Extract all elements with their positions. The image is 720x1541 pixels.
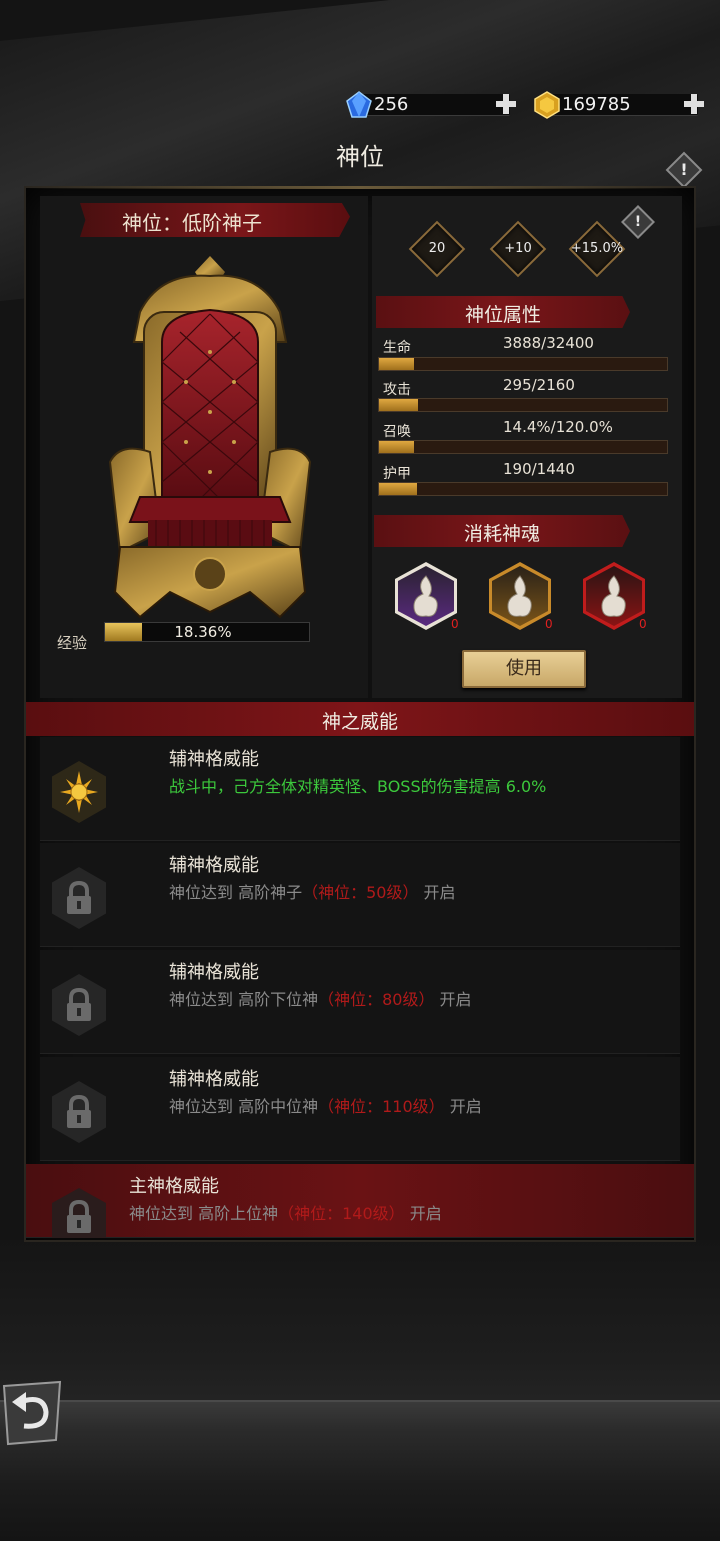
bonus-percent[interactable]: +15.0%: [568, 220, 626, 278]
attributes-title: 神位属性: [464, 304, 541, 326]
bonus-stat[interactable]: +10: [489, 220, 547, 278]
page-title: 神位: [336, 143, 384, 171]
power-row[interactable]: 辅神格威能 神位达到 高阶下位神（神位：80级） 开启: [40, 950, 680, 1054]
power-desc: 神位达到 高阶中位神（神位：110级） 开启: [169, 1097, 482, 1116]
power-icon: [52, 1188, 106, 1238]
blue-gem-icon: [346, 91, 372, 118]
gold-currency: 169785: [532, 90, 712, 120]
power-icon: [52, 1081, 106, 1143]
power-title: 辅神格威能: [169, 1069, 259, 1090]
power-desc: 神位达到 高阶下位神（神位：80级） 开启: [169, 990, 472, 1009]
soul-flame-icon: [413, 575, 438, 617]
power-icon: [52, 867, 106, 929]
lock-icon: [67, 1199, 91, 1233]
power-row[interactable]: 辅神格威能 战斗中，己方全体对精英怪、BOSS的伤害提高 6.0%: [40, 737, 680, 841]
lock-icon: [67, 880, 91, 914]
power-row[interactable]: 辅神格威能 神位达到 高阶神子（神位：50级） 开启: [40, 843, 680, 947]
soul-count: 0: [545, 617, 553, 631]
soul-flame-icon: [507, 575, 532, 617]
powers-title: 神之威能: [321, 711, 398, 733]
power-row[interactable]: 辅神格威能 神位达到 高阶中位神（神位：110级） 开启: [40, 1057, 680, 1161]
gold-coin-icon: [534, 91, 560, 119]
background-rock: [0, 1400, 720, 1541]
stat-bar: [378, 440, 668, 454]
stat-bar: [378, 482, 668, 496]
soul-item-purple[interactable]: 0: [393, 562, 461, 632]
lock-icon: [67, 1094, 91, 1128]
power-icon: [52, 974, 106, 1036]
gem-currency: 256: [344, 90, 524, 120]
stat-bar: [378, 357, 668, 371]
soul-count: 0: [639, 617, 647, 631]
stat-value: 14.4%/120.0%: [503, 418, 613, 436]
use-button[interactable]: 使用: [462, 650, 586, 688]
exp-percent: 18.36%: [174, 623, 232, 641]
stat-name: 生命: [383, 340, 411, 356]
stat-value: 295/2160: [503, 376, 575, 394]
exp-label: 经验: [57, 634, 88, 652]
power-desc: 神位达到 高阶上位神（神位：140级） 开启: [129, 1204, 442, 1223]
power-row-main[interactable]: 主神格威能 神位达到 高阶上位神（神位：140级） 开启: [26, 1164, 694, 1238]
exp-bar: 18.36%: [104, 622, 310, 642]
power-desc: 神位达到 高阶神子（神位：50级） 开启: [169, 883, 456, 902]
info-icon: !: [680, 160, 688, 179]
power-title: 辅神格威能: [169, 855, 259, 876]
power-title: 辅神格威能: [169, 749, 259, 770]
power-title: 辅神格威能: [169, 962, 259, 983]
stat-value: 190/1440: [503, 460, 575, 478]
gold-count: 169785: [562, 94, 631, 115]
soul-count: 0: [451, 617, 459, 631]
stat-value: 3888/32400: [503, 334, 594, 352]
soul-flame-icon: [601, 575, 626, 617]
throne-image: [108, 256, 312, 619]
add-gold-button[interactable]: [682, 92, 706, 116]
soul-item-gold[interactable]: 0: [487, 562, 555, 632]
rank-label: 神位：低阶神子: [122, 211, 262, 235]
soul-item-red[interactable]: 0: [581, 562, 649, 632]
bonus-level[interactable]: 20: [408, 220, 466, 278]
stat-name: 护甲: [383, 466, 411, 482]
lock-icon: [67, 987, 91, 1021]
power-desc: 战斗中，己方全体对精英怪、BOSS的伤害提高 6.0%: [169, 777, 547, 796]
stat-name: 攻击: [383, 382, 411, 398]
power-icon: [52, 761, 106, 823]
back-button[interactable]: [0, 1380, 64, 1446]
sun-icon: [60, 771, 98, 813]
stat-name: 召唤: [383, 424, 411, 440]
add-gems-button[interactable]: [494, 92, 518, 116]
gem-count: 256: [374, 94, 409, 115]
info-icon: !: [634, 214, 642, 230]
power-title: 主神格威能: [129, 1176, 219, 1197]
stat-bar: [378, 398, 668, 412]
souls-title: 消耗神魂: [463, 523, 540, 545]
